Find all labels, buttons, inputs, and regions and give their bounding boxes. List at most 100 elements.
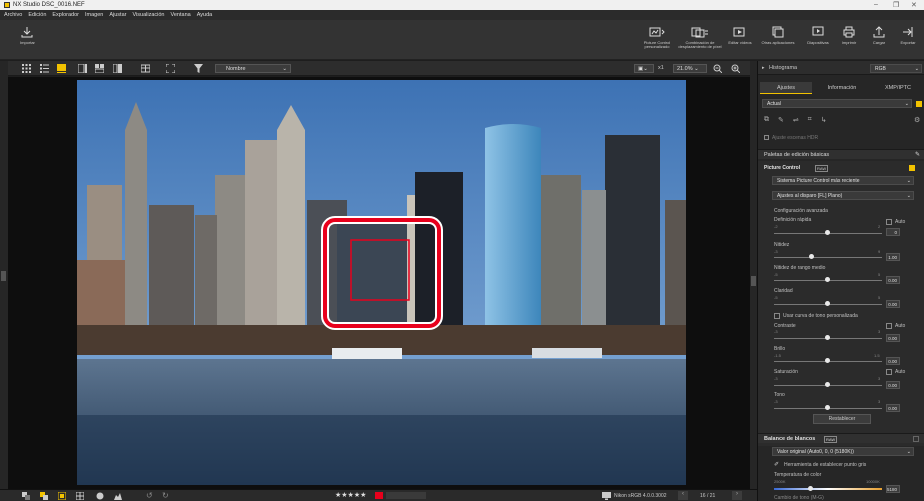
- midrange-knob[interactable]: [825, 277, 830, 282]
- highlights-icon[interactable]: [96, 492, 104, 500]
- display-mode-icon[interactable]: [141, 64, 150, 73]
- quick-sharp-auto-checkbox[interactable]: [886, 219, 892, 225]
- zoom-out-icon[interactable]: [713, 64, 722, 73]
- reset-button[interactable]: Restablecer: [813, 414, 871, 424]
- straighten-icon[interactable]: ↳: [821, 116, 827, 124]
- brightness-knob[interactable]: [825, 358, 830, 363]
- rating-stars[interactable]: ★★★★★: [335, 491, 366, 499]
- list-view-icon[interactable]: [40, 64, 49, 73]
- before-after-view-icon[interactable]: [113, 64, 122, 73]
- tab-informacion[interactable]: Información: [814, 82, 870, 94]
- picture-control-button[interactable]: Picture Control personalizado: [642, 26, 672, 50]
- menu-imagen[interactable]: Imagen: [85, 12, 103, 18]
- expand-left-handle[interactable]: [1, 271, 6, 281]
- photo-preview[interactable]: [77, 80, 686, 485]
- eyedropper-icon[interactable]: ✐: [774, 461, 779, 468]
- pixel-shift-button[interactable]: Combinación de desplazamiento de píxel: [678, 26, 722, 50]
- clarity-knob[interactable]: [825, 301, 830, 306]
- current-adjust-select[interactable]: Actual ⌄: [762, 99, 912, 108]
- picture-control-checkbox[interactable]: [909, 165, 915, 171]
- tab-ajustes[interactable]: Ajustes: [760, 82, 812, 94]
- apply-adjust-checkbox[interactable]: [916, 101, 922, 107]
- quick-sharp-knob[interactable]: [825, 230, 830, 235]
- quick-sharp-value[interactable]: 0: [886, 228, 900, 236]
- saturation-value[interactable]: 0.00: [886, 381, 900, 389]
- restore-button[interactable]: ❐: [893, 1, 899, 9]
- gray-point-tool-label[interactable]: Herramienta de establecer punto gris: [784, 462, 866, 468]
- edit-video-button[interactable]: Editar vídeos: [728, 26, 752, 45]
- thumbnail-grid-icon[interactable]: [22, 64, 31, 73]
- color-label-red[interactable]: [375, 492, 383, 499]
- basic-palette-header[interactable]: Paletas de edición básicas ✎: [758, 149, 924, 159]
- rotate-left-icon[interactable]: ↺: [146, 491, 153, 500]
- zoom-prefix[interactable]: x1: [658, 65, 664, 71]
- menu-visualizacion[interactable]: Visualización: [132, 12, 164, 18]
- menu-ajustar[interactable]: Ajustar: [109, 12, 126, 18]
- sharpening-knob[interactable]: [809, 254, 814, 259]
- histogram-mode-select[interactable]: RGB ⌄: [870, 64, 922, 73]
- histogram-overlay-icon[interactable]: [114, 492, 122, 500]
- retouch-brush-icon[interactable]: ✎: [778, 116, 784, 124]
- sharpening-slider[interactable]: [774, 257, 882, 258]
- white-balance-select[interactable]: Valor original (Auto0, 0, 0 (5180K)) ⌄: [772, 447, 914, 456]
- upload-button[interactable]: Cargar: [868, 26, 890, 45]
- contrast-knob[interactable]: [825, 335, 830, 340]
- menu-explorador[interactable]: Explorador: [52, 12, 79, 18]
- crop-icon[interactable]: ⌗: [808, 116, 812, 124]
- contrast-value[interactable]: 0.00: [886, 334, 900, 342]
- menu-archivo[interactable]: Archivo: [4, 12, 22, 18]
- tone-curve-icon[interactable]: ⇌: [793, 116, 799, 124]
- grid-overlay-icon[interactable]: [76, 492, 84, 500]
- color-temperature-slider[interactable]: [774, 488, 882, 490]
- color-temperature-knob[interactable]: [808, 486, 813, 491]
- collapse-right-handle[interactable]: [751, 276, 756, 286]
- hdr-checkbox[interactable]: [764, 135, 769, 140]
- settings-gear-icon[interactable]: ⚙: [914, 116, 920, 124]
- close-button[interactable]: ✕: [911, 1, 917, 9]
- brightness-value[interactable]: 0.00: [886, 357, 900, 365]
- label-icon[interactable]: [40, 492, 48, 500]
- fit-screen-icon[interactable]: [166, 64, 175, 73]
- saturation-knob[interactable]: [825, 382, 830, 387]
- midrange-value[interactable]: 0.00: [886, 276, 900, 284]
- left-panel-collapse-strip[interactable]: [0, 61, 8, 491]
- import-button[interactable]: Importar: [20, 26, 35, 45]
- filmstrip-view-icon[interactable]: [78, 64, 87, 73]
- minimize-button[interactable]: –: [874, 1, 878, 8]
- compare-view-icon[interactable]: [95, 64, 104, 73]
- fit-mode-select[interactable]: ▣⌄: [634, 64, 654, 73]
- hue-knob[interactable]: [825, 405, 830, 410]
- export-button[interactable]: Exportar: [896, 26, 920, 45]
- color-label-options[interactable]: [386, 492, 426, 499]
- color-temperature-value[interactable]: 5180: [886, 485, 900, 493]
- slideshow-button[interactable]: Diapositivas: [804, 26, 832, 45]
- zoom-in-icon[interactable]: [731, 64, 740, 73]
- custom-curve-checkbox[interactable]: [774, 313, 780, 319]
- sharpening-value[interactable]: 1.00: [886, 253, 900, 261]
- picture-control-system-select[interactable]: Sistema Picture Control más reciente ⌄: [772, 176, 914, 185]
- clarity-value[interactable]: 0.00: [886, 300, 900, 308]
- right-panel-collapse-strip[interactable]: [750, 61, 757, 491]
- print-button[interactable]: Imprimir: [838, 26, 860, 45]
- info-overlay-icon[interactable]: [58, 492, 66, 500]
- sort-select[interactable]: Nombre ⌄: [215, 64, 291, 73]
- single-image-view-icon[interactable]: [57, 64, 66, 73]
- menu-edicion[interactable]: Edición: [28, 12, 46, 18]
- tab-xmp[interactable]: XMP/IPTC: [872, 82, 924, 94]
- menu-ayuda[interactable]: Ayuda: [197, 12, 213, 18]
- previous-image-button[interactable]: ‹: [678, 491, 688, 500]
- hue-value[interactable]: 0.00: [886, 404, 900, 412]
- zoom-select[interactable]: 21.0% ⌄: [673, 64, 707, 73]
- filter-icon[interactable]: [194, 64, 203, 73]
- advanced-settings-label[interactable]: Configuración avanzada: [774, 208, 828, 214]
- next-image-button[interactable]: ›: [732, 491, 742, 500]
- picture-control-setting-select[interactable]: Ajustes al disparo [FL] Plano) ⌄: [772, 191, 914, 200]
- copy-adjust-icon[interactable]: ⧉: [764, 116, 769, 124]
- histogram-header[interactable]: ▸ Histograma RGB ⌄: [758, 61, 924, 75]
- white-balance-header[interactable]: Balance de blancos RAW: [758, 433, 924, 443]
- contrast-auto-checkbox[interactable]: [886, 323, 892, 329]
- rotate-right-icon[interactable]: ↻: [162, 491, 169, 500]
- edit-palette-icon[interactable]: ✎: [915, 150, 920, 160]
- other-apps-button[interactable]: Otras aplicaciones: [758, 26, 798, 45]
- menu-ventana[interactable]: Ventana: [171, 12, 191, 18]
